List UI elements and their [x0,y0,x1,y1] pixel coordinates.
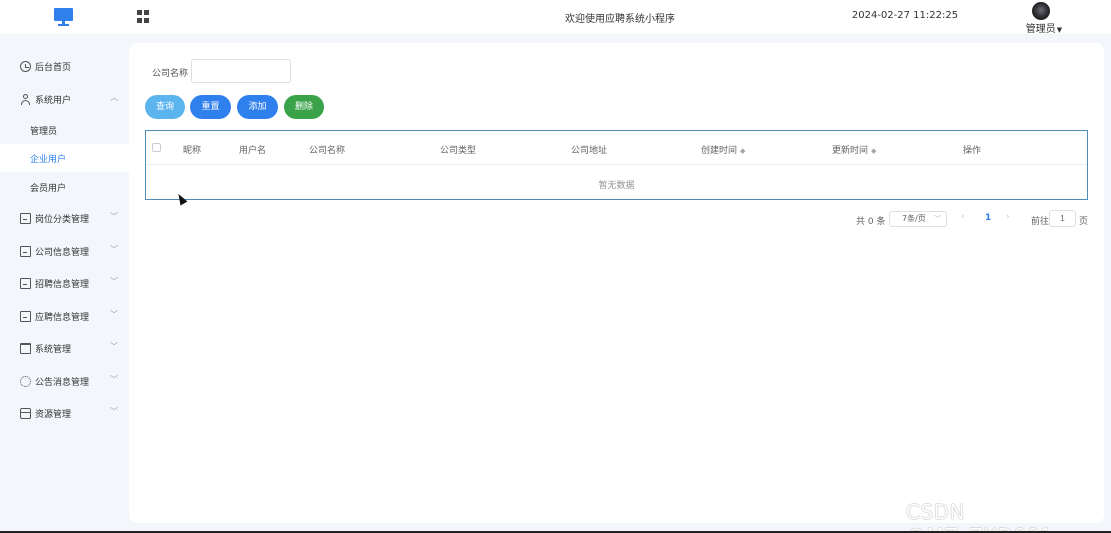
page-number-current[interactable]: 1 [985,213,991,223]
chevron-down-icon: ﹀ [934,215,941,223]
user-name: 管理员 [1025,24,1056,35]
sidebar-item-resources[interactable]: 资源管理 ﹀ [0,399,129,427]
company-users-table: 昵称 用户名 公司名称 公司类型 公司地址 创建时间 ◆ 更新时间 ◆ 操作 暂无数… [145,130,1088,200]
sidebar-item-label: 公告消息管理 [35,378,90,388]
sidebar-item-label: 资源管理 [35,410,72,420]
delete-button[interactable]: 删除 [284,95,324,119]
reset-button[interactable]: 重置 [190,95,231,119]
column-header-label: 创建时间 [701,146,738,156]
page-size-select[interactable]: 7条/页 ﹀ [889,211,947,227]
chevron-down-icon: ﹀ [110,310,118,319]
column-header-username[interactable]: 用户名 [239,143,266,156]
watermark: CSDN @MZ_ZXD001 [906,500,1052,533]
sidebar-item-recruitment-info[interactable]: 招聘信息管理 ﹀ [0,269,129,297]
sort-icon[interactable]: ◆ [740,147,745,155]
next-page-button[interactable]: › [1006,212,1010,222]
column-header-label: 更新时间 [832,146,869,156]
table-empty-message: 暂无数据 [598,181,635,191]
user-icon [20,94,31,105]
add-button[interactable]: 添加 [237,95,278,119]
folder-icon [20,343,31,354]
chevron-up-icon: ︿ [110,93,118,102]
sidebar-subitem-admin[interactable]: 管理员 [0,116,129,144]
sidebar-item-label: 公司信息管理 [35,248,90,258]
user-avatar[interactable] [1032,2,1050,20]
dots-icon [20,376,31,387]
sidebar-subitem-company-users[interactable]: 企业用户 [0,144,129,172]
current-datetime: 2024-02-27 11:22:25 [851,10,959,21]
goto-label: 前往 [1031,217,1050,227]
chevron-down-icon: ﹀ [110,245,118,254]
sidebar-nav: 后台首页 系统用户 ︿ 管理员 企业用户 会员用户 岗位分类管理 ﹀ 公司信息管… [0,34,129,533]
clock-icon [20,61,31,72]
column-header-company-address[interactable]: 公司地址 [571,143,607,156]
gift-icon [20,408,31,419]
sidebar-item-job-category[interactable]: 岗位分类管理 ﹀ [0,204,129,232]
sidebar-item-system-users[interactable]: 系统用户 ︿ [0,85,129,113]
sidebar-item-announcements[interactable]: 公告消息管理 ﹀ [0,367,129,395]
table-header: 昵称 用户名 公司名称 公司类型 公司地址 创建时间 ◆ 更新时间 ◆ 操作 [146,131,1087,165]
main-content-card: 公司名称 查询 重置 添加 删除 昵称 用户名 公司名称 公司类型 公司地址 创… [129,43,1104,523]
chevron-down-icon: ﹀ [110,375,118,384]
sidebar-item-label: 岗位分类管理 [35,215,90,225]
site-title: 欢迎使用应聘系统小程序 [565,14,675,25]
chevron-down-icon: ﹀ [110,212,118,221]
list-icon [20,246,31,257]
sort-icon[interactable]: ◆ [871,147,876,155]
monitor-icon [54,8,74,26]
pagination-total: 共 0 条 [856,217,886,227]
list-icon [20,278,31,289]
sidebar-item-label: 后台首页 [35,63,72,73]
goto-page-input[interactable] [1049,210,1076,227]
list-icon [20,213,31,224]
chevron-down-icon: ﹀ [110,277,118,286]
column-header-company-name[interactable]: 公司名称 [309,143,345,156]
chevron-down-icon: ﹀ [110,342,118,351]
sidebar-item-company-info[interactable]: 公司信息管理 ﹀ [0,237,129,265]
sidebar-item-label: 企业用户 [30,155,67,165]
column-header-actions: 操作 [963,146,982,156]
page-size-value: 7条/页 [902,214,926,223]
sidebar-item-label: 系统管理 [35,345,72,355]
sidebar-item-label: 系统用户 [35,96,72,106]
list-icon [20,311,31,322]
sidebar-item-label: 会员用户 [30,184,67,194]
sidebar-item-label: 管理员 [30,127,58,137]
column-header-nickname[interactable]: 昵称 [183,143,201,156]
top-header: 欢迎使用应聘系统小程序 2024-02-27 11:22:25 管理员▼ [0,0,1111,35]
company-name-label: 公司名称 [152,69,189,79]
sidebar-item-system-management[interactable]: 系统管理 ﹀ [0,334,129,362]
sidebar-subitem-member-users[interactable]: 会员用户 [0,173,129,201]
column-header-updated-at[interactable]: 更新时间 ◆ [832,143,876,156]
sidebar-item-label: 应聘信息管理 [35,313,90,323]
caret-down-icon: ▼ [1056,26,1063,34]
sidebar-item-application-info[interactable]: 应聘信息管理 ﹀ [0,302,129,330]
prev-page-button[interactable]: ‹ [961,212,965,222]
query-button[interactable]: 查询 [145,95,185,119]
column-header-company-type[interactable]: 公司类型 [440,143,476,156]
column-header-created-at[interactable]: 创建时间 ◆ [701,143,745,156]
user-menu-dropdown[interactable]: 管理员▼ [1020,20,1068,35]
apps-grid-icon[interactable] [137,10,150,23]
company-name-input[interactable] [191,59,291,83]
select-all-checkbox[interactable] [152,143,161,152]
chevron-down-icon: ﹀ [110,407,118,416]
sidebar-item-label: 招聘信息管理 [35,280,90,290]
sidebar-item-dashboard[interactable]: 后台首页 [0,52,129,80]
goto-suffix: 页 [1079,217,1089,227]
